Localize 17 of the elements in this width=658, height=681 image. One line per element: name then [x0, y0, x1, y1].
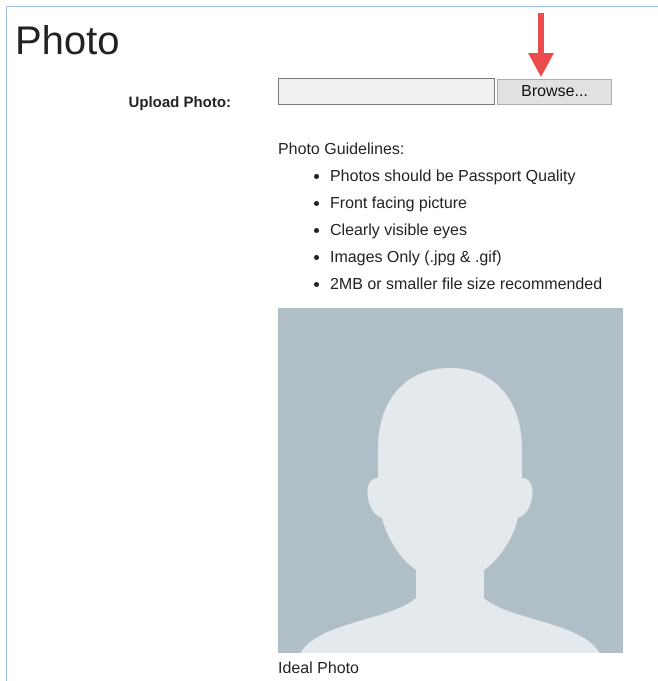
guidelines-heading: Photo Guidelines:	[278, 140, 406, 160]
bullet-icon	[314, 201, 319, 206]
guideline-item: Clearly visible eyes	[330, 221, 467, 241]
guideline-item: Front facing picture	[330, 194, 467, 214]
guideline-item: Images Only (.jpg & .gif)	[330, 248, 502, 268]
bullet-icon	[314, 282, 319, 287]
guideline-item: 2MB or smaller file size recommended	[330, 275, 602, 295]
guideline-item: Photos should be Passport Quality	[330, 167, 576, 187]
file-path-field[interactable]	[278, 78, 495, 105]
bullet-icon	[314, 174, 319, 179]
page-title: Photo	[15, 18, 120, 65]
bullet-icon	[314, 228, 319, 233]
upload-photo-label: Upload Photo:	[128, 93, 231, 113]
arrow-icon	[528, 13, 554, 77]
photo-caption: Ideal Photo	[278, 659, 359, 679]
bullet-icon	[314, 255, 319, 260]
browse-button[interactable]: Browse...	[497, 78, 612, 104]
